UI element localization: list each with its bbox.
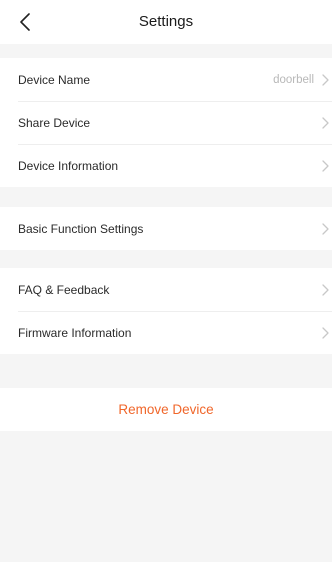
- device-information-row[interactable]: Device Information: [0, 144, 332, 187]
- basic-function-settings-row[interactable]: Basic Function Settings: [0, 207, 332, 250]
- chevron-right-icon: [322, 326, 329, 339]
- firmware-information-row[interactable]: Firmware Information: [0, 311, 332, 354]
- chevron-right-icon: [322, 222, 329, 235]
- device-information-label: Device Information: [18, 158, 119, 173]
- firmware-information-label: Firmware Information: [18, 325, 132, 340]
- remove-device-label: Remove Device: [118, 402, 214, 417]
- device-name-value: doorbell: [273, 73, 314, 86]
- device-settings-group: Device Name doorbell Share Device Device…: [0, 58, 332, 187]
- chevron-right-icon: [322, 116, 329, 129]
- share-device-label: Share Device: [18, 115, 91, 130]
- device-name-row[interactable]: Device Name doorbell: [0, 58, 332, 101]
- chevron-left-icon: [20, 13, 30, 31]
- page-title: Settings: [138, 13, 194, 30]
- faq-feedback-label: FAQ & Feedback: [18, 282, 110, 297]
- back-button[interactable]: [10, 7, 40, 37]
- navigation-bar: Settings: [0, 0, 332, 44]
- chevron-right-icon: [322, 159, 329, 172]
- function-settings-group: Basic Function Settings: [0, 207, 332, 250]
- device-name-label: Device Name: [18, 72, 91, 87]
- support-group: FAQ & Feedback Firmware Information: [0, 268, 332, 354]
- remove-device-button[interactable]: Remove Device: [0, 388, 332, 431]
- chevron-right-icon: [322, 73, 329, 86]
- basic-function-settings-label: Basic Function Settings: [18, 221, 144, 236]
- faq-feedback-row[interactable]: FAQ & Feedback: [0, 268, 332, 311]
- share-device-row[interactable]: Share Device: [0, 101, 332, 144]
- chevron-right-icon: [322, 283, 329, 296]
